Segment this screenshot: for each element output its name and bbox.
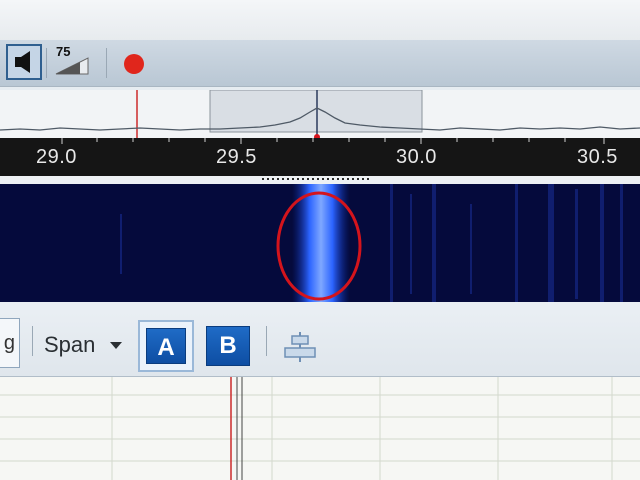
- window-top-strip: [0, 0, 640, 40]
- toolbar-separator: [266, 326, 267, 356]
- toggle-b-button[interactable]: B: [202, 320, 258, 372]
- record-button[interactable]: [120, 50, 148, 78]
- filter-dots: [262, 178, 370, 180]
- time-grid: [0, 377, 640, 480]
- tick-label: 29.5: [216, 146, 257, 168]
- speaker-icon: [15, 51, 30, 73]
- tick-label: 29.0: [36, 146, 77, 168]
- partial-button[interactable]: g: [0, 318, 20, 368]
- toolbar-separator: [46, 48, 47, 78]
- toggle-b-label: B: [206, 326, 250, 366]
- chevron-down-icon: [110, 342, 122, 349]
- tick-label: 30.5: [577, 146, 618, 168]
- tick-label: 30.0: [396, 146, 437, 168]
- scale-ticks: [61, 138, 605, 144]
- toolbar: 75: [0, 40, 640, 87]
- toolbar-separator: [106, 48, 107, 78]
- bandwidth-selection[interactable]: [209, 90, 423, 133]
- waterfall-display[interactable]: [0, 184, 640, 302]
- volume-level-icon: [55, 57, 89, 75]
- record-dot-icon: [124, 54, 144, 74]
- volume-control[interactable]: 75: [52, 44, 96, 76]
- spectrum-view[interactable]: [0, 90, 640, 138]
- toolbar-separator: [32, 326, 33, 356]
- bottom-toolbar: g Span A B: [0, 312, 640, 377]
- align-center-icon[interactable]: [280, 332, 320, 362]
- toggle-a-button[interactable]: A: [138, 320, 194, 372]
- span-label: Span: [44, 332, 96, 357]
- span-dropdown[interactable]: Span: [40, 328, 134, 362]
- frequency-scale: 29.0 29.5 30.0 30.5: [0, 138, 640, 176]
- toggle-a-label: A: [146, 328, 186, 364]
- speaker-button[interactable]: [6, 44, 42, 80]
- scale-underline: [0, 176, 640, 184]
